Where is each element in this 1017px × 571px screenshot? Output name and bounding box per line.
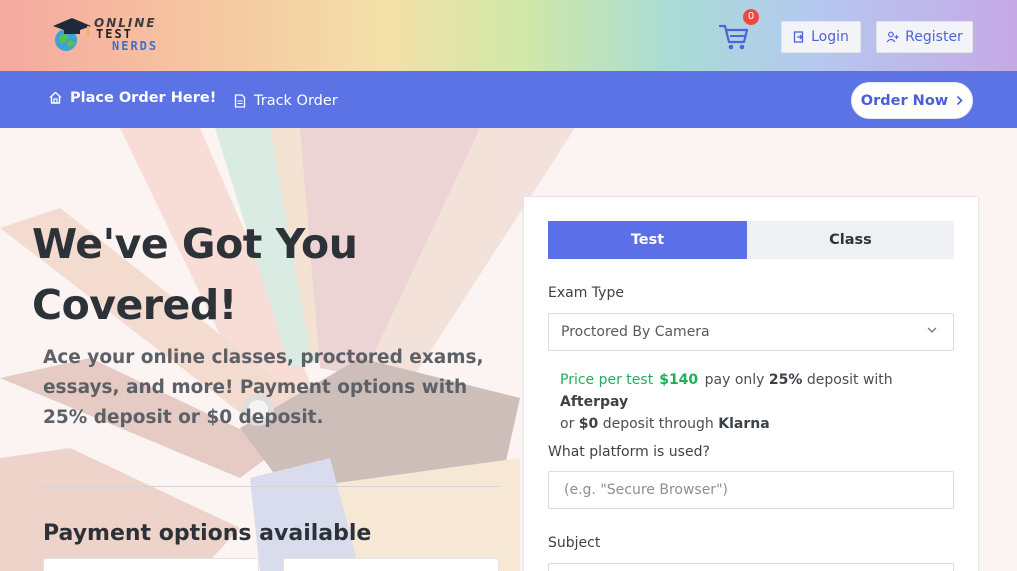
hero-subtitle: Ace your online classes, proctored exams… [43,347,484,428]
hero-divider [43,486,499,487]
price-klarna: Klarna [718,416,770,432]
price-afterpay: Afterpay [560,394,629,410]
cart-icon[interactable] [719,20,749,52]
home-icon [49,91,62,104]
price-amount: $140 [659,372,699,388]
add-user-icon [886,31,899,43]
hero-title: We've Got You Covered! [32,214,492,336]
site-logo[interactable]: ONLINE TEST NERDS [52,14,182,58]
subject-label: Subject [548,535,601,551]
nav-track-order[interactable]: Track Order [234,72,338,129]
login-icon [793,31,804,43]
tab-test[interactable]: Test [548,221,747,259]
login-button[interactable]: Login [781,21,861,53]
logo-text-nerds: NERDS [112,39,159,53]
tab-class[interactable]: Class [747,221,954,259]
register-label: Register [905,29,963,45]
order-now-label: Order Now [860,92,949,109]
nav-place-order[interactable]: Place Order Here! [49,69,216,126]
payment-options-title: Payment options available [43,521,372,546]
price-deposit: 25% [768,372,803,388]
payment-option-card[interactable] [43,558,259,571]
platform-input[interactable] [548,471,954,509]
price-text-3: or [560,416,575,432]
graduation-globe-icon [53,18,91,51]
exam-type-value: Proctored By Camera [561,324,710,340]
exam-type-label: Exam Type [548,285,624,301]
nav-place-order-label: Place Order Here! [70,89,217,106]
hero-title-line1: We've Got You [32,220,358,268]
subject-input[interactable] [548,563,954,571]
hero-title-line2: Covered! [32,281,237,329]
register-button[interactable]: Register [876,21,973,53]
order-now-button[interactable]: Order Now [851,82,973,119]
document-icon [234,93,246,108]
chevron-right-icon [957,95,963,106]
price-zero: $0 [578,416,599,432]
price-text-4: deposit through [602,416,714,432]
top-header: ONLINE TEST NERDS 0 Login Register [0,0,1017,71]
exam-type-select[interactable]: Proctored By Camera [548,313,954,351]
nav-track-order-label: Track Order [254,92,338,109]
price-text-1: pay only [704,372,765,388]
price-text-2: deposit with [806,372,893,388]
price-info: Price per test $140 pay only 25% deposit … [560,369,950,435]
platform-label: What platform is used? [548,444,710,460]
login-label: Login [811,29,849,45]
price-prefix: Price per test [560,372,654,388]
chevron-down-icon [927,327,937,333]
cart-count-badge: 0 [743,9,759,25]
payment-option-card[interactable] [283,558,499,571]
